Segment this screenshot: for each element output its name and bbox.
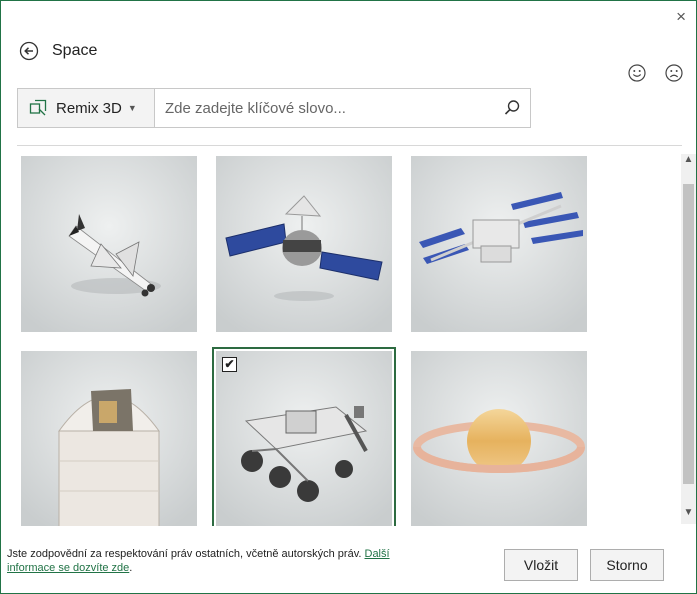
insert-button[interactable]: Vložit [504,549,578,581]
divider [17,145,682,146]
space-station-thumbnail [411,156,587,332]
result-tile-satellite[interactable] [216,156,392,332]
dialog-header: Space [19,41,97,61]
close-icon[interactable]: × [676,7,686,27]
satellite-thumbnail [216,156,392,332]
search-input[interactable] [155,89,494,127]
dialog-title: Space [52,42,98,59]
chevron-down-icon[interactable]: ▼ [681,507,696,524]
back-arrow-icon[interactable] [19,41,39,61]
source-dropdown[interactable]: Remix 3D ▼ [18,89,155,127]
space-shuttle-thumbnail [21,156,197,332]
result-tile-space-shuttle[interactable] [21,156,197,332]
result-tile-space-station[interactable] [411,156,587,332]
mars-rover-thumbnail [216,351,392,526]
notice-end: . [129,562,133,574]
results-grid: ✔ [21,156,681,526]
selected-checkbox[interactable]: ✔ [222,357,237,372]
chevron-down-icon: ▼ [127,103,137,113]
smile-icon[interactable] [627,63,647,83]
saturn-thumbnail [411,351,587,526]
search-bar: Remix 3D ▼ [17,88,531,128]
source-label: Remix 3D [56,99,122,117]
result-tile-saturn[interactable] [411,351,587,526]
notice-text: Jste zodpovědní za respektování práv ost… [7,548,365,560]
copyright-notice: Jste zodpovědní za respektování práv ost… [7,547,407,575]
frown-icon[interactable] [664,63,684,83]
result-tile-observatory-dome[interactable] [21,351,197,526]
result-tile-mars-rover[interactable]: ✔ [212,347,396,526]
cancel-button[interactable]: Storno [590,549,664,581]
results-scrollbar[interactable]: ▲ ▼ [681,154,696,524]
scroll-thumb[interactable] [683,184,694,484]
search-icon [504,100,520,115]
remix-3d-icon [29,99,47,116]
chevron-up-icon[interactable]: ▲ [681,154,696,171]
insert-3d-dialog: × Space Remix 3D ▼ Zde zadejte klíčové s… [0,0,697,594]
observatory-dome-thumbnail [21,351,197,526]
search-button[interactable] [494,89,530,127]
